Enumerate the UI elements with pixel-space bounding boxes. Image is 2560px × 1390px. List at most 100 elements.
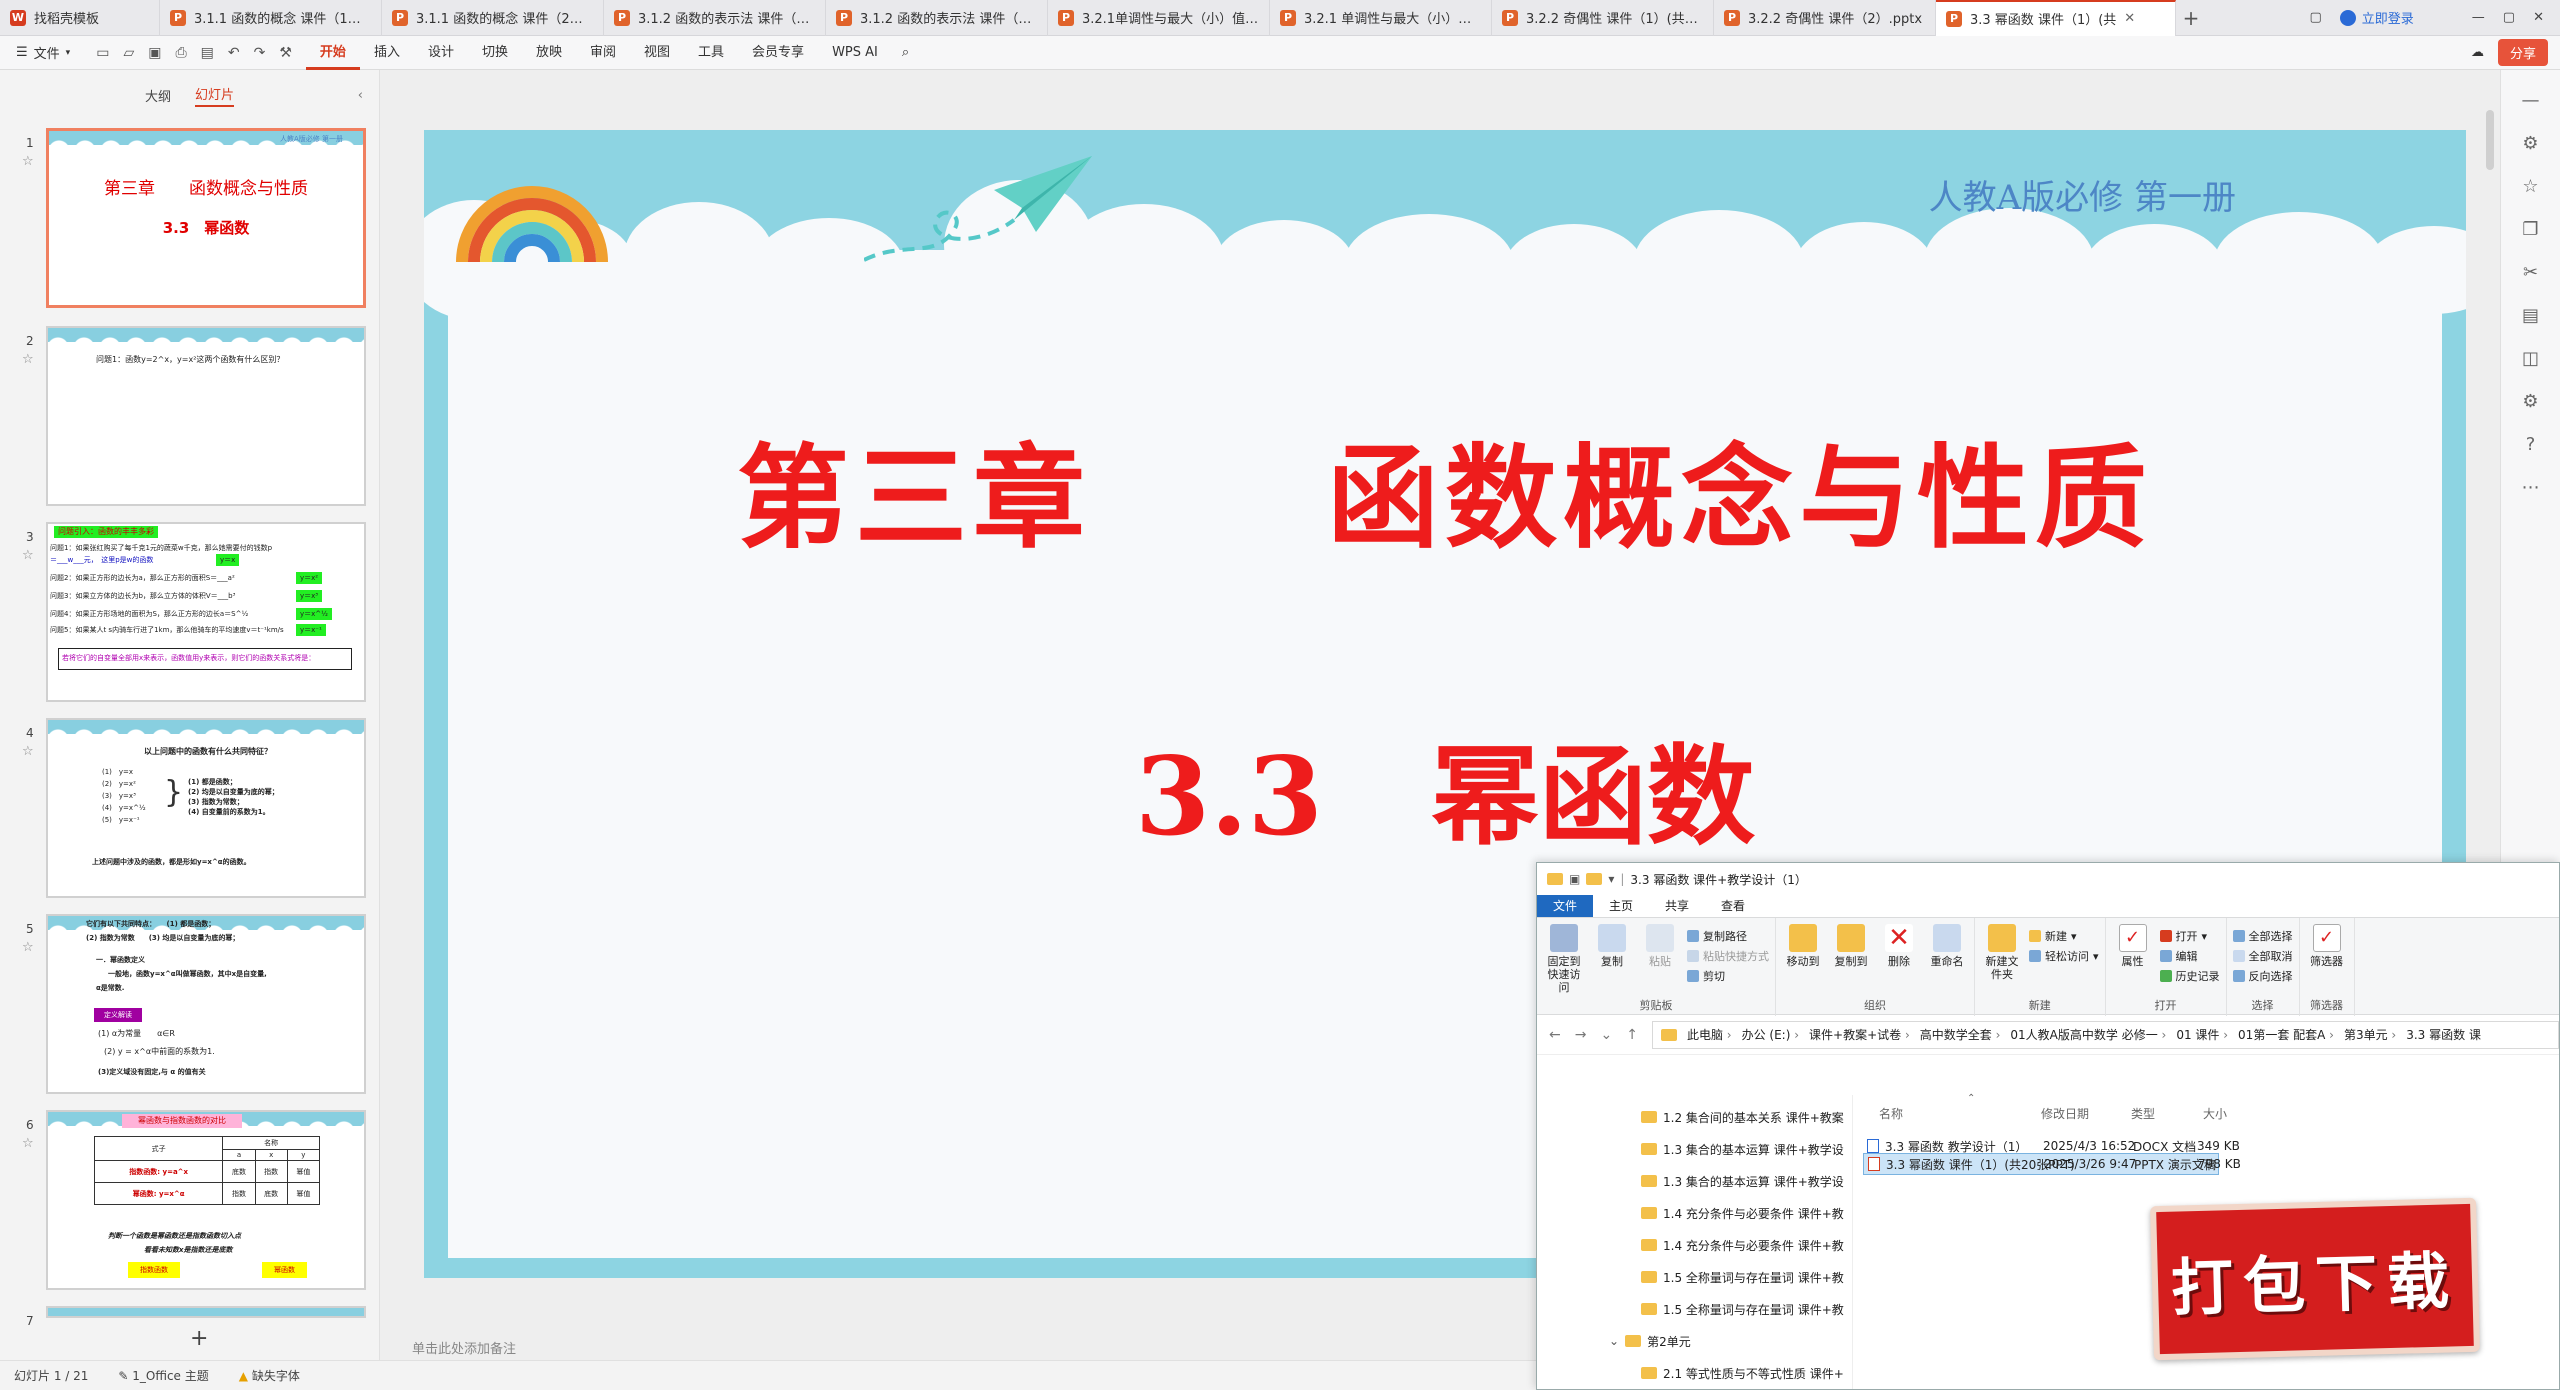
close-tab-icon[interactable]: ✕: [2124, 11, 2135, 26]
layout-icon[interactable]: ▤: [2522, 305, 2539, 326]
back-icon[interactable]: ←: [1549, 1027, 1561, 1043]
tab-slides[interactable]: 幻灯片: [195, 84, 235, 107]
file-row[interactable]: 3.3 幂函数 课件（1）(共20张PPT) 2025/3/26 9:47 PPTX…: [1863, 1153, 2241, 1175]
copy-path-button[interactable]: 复制路径: [1687, 928, 1769, 944]
star-icon[interactable]: ☆: [22, 352, 34, 367]
maximize-icon[interactable]: ▢: [2503, 10, 2515, 25]
slide-corner-label[interactable]: 人教A版必修 第一册: [1929, 170, 2236, 219]
menu-item[interactable]: 切换: [468, 36, 522, 70]
star-icon[interactable]: ☆: [2522, 176, 2538, 197]
breadcrumb-segment[interactable]: 01 课件: [2176, 1026, 2228, 1043]
breadcrumb-segment[interactable]: 课件+教案+试卷: [1809, 1026, 1910, 1043]
close-window-icon[interactable]: ✕: [2533, 10, 2544, 25]
tab-document[interactable]: P 3.2.2 奇偶性 课件（1）(共24张: [1492, 0, 1714, 36]
tree-folder-item[interactable]: ⌄ 第2单元: [1537, 1325, 1852, 1357]
column-type[interactable]: 类型: [2131, 1105, 2155, 1122]
up-icon[interactable]: ↑: [1626, 1027, 1638, 1043]
canvas-scrollbar[interactable]: [2486, 110, 2494, 170]
easy-access-button[interactable]: 轻松访问 ▾: [2029, 948, 2099, 964]
new-folder-icon[interactable]: [1586, 873, 1603, 885]
cloud-sync-icon[interactable]: ☁: [2471, 45, 2484, 60]
explorer-tab[interactable]: 主页: [1593, 895, 1649, 917]
quick-access-dropdown-icon[interactable]: ▾: [1608, 872, 1614, 886]
share-button[interactable]: 分享: [2497, 39, 2548, 66]
copy-icon[interactable]: ❐: [2522, 219, 2538, 240]
star-icon[interactable]: ☆: [22, 940, 34, 955]
select-none-button[interactable]: 全部取消: [2232, 948, 2293, 964]
recent-dropdown-icon[interactable]: ⌄: [1600, 1027, 1612, 1043]
history-button[interactable]: 历史记录: [2159, 968, 2220, 984]
edit-button[interactable]: 编辑: [2159, 948, 2220, 964]
star-icon[interactable]: ☆: [22, 154, 34, 169]
tree-folder-item[interactable]: 1.3 集合的基本运算 课件+教学设: [1537, 1165, 1852, 1197]
paste-shortcut-button[interactable]: 粘贴快捷方式: [1687, 948, 1769, 964]
expand-icon[interactable]: ⌄: [1609, 1334, 1619, 1348]
breadcrumb-segment[interactable]: 第3单元: [2344, 1026, 2396, 1043]
properties-icon[interactable]: ▣: [1569, 872, 1580, 886]
open-button[interactable]: 打开 ▾: [2159, 928, 2220, 944]
explorer-tab[interactable]: 共享: [1649, 895, 1705, 917]
column-size[interactable]: 大小: [2203, 1105, 2227, 1122]
slide-thumbnail-5[interactable]: 它们有以下共同特点： (1) 都是函数； (2) 指数为常数 (3) 均是以自变…: [46, 914, 366, 1094]
tab-document[interactable]: P 3.1.2 函数的表示法 课件（1）(共: [604, 0, 826, 36]
tree-folder-item[interactable]: 1.5 全称量词与存在量词 课件+教: [1537, 1261, 1852, 1293]
tab-document[interactable]: P 3.2.1单调性与最大（小）值 课件: [1048, 0, 1270, 36]
adjust-icon[interactable]: ⚙: [2522, 133, 2538, 154]
file-menu-button[interactable]: ☰ 文件 ▾: [0, 43, 82, 62]
breadcrumb-segment[interactable]: 01第一套 配套A: [2238, 1026, 2334, 1043]
tab-document[interactable]: P 3.1.1 函数的概念 课件（1）(共3: [160, 0, 382, 36]
shapes-icon[interactable]: ◫: [2522, 348, 2539, 369]
redo-icon[interactable]: ↷: [254, 45, 266, 61]
undo-icon[interactable]: ↶: [228, 45, 240, 61]
tree-folder-item[interactable]: 1.2 集合间的基本关系 课件+教案: [1537, 1101, 1852, 1133]
tab-document[interactable]: P 3.3 幂函数 课件（1）(共 ✕: [1936, 0, 2176, 36]
more-icon[interactable]: ⋯: [2522, 477, 2540, 498]
slide-subtitle[interactable]: 3.3 幂函数: [424, 710, 2466, 866]
tree-folder-item[interactable]: 1.4 充分条件与必要条件 课件+教: [1537, 1229, 1852, 1261]
menu-item[interactable]: 放映: [522, 36, 576, 70]
open-folder-icon[interactable]: ▱: [123, 45, 134, 61]
breadcrumb-segment[interactable]: 01人教A版高中数学 必修一: [2010, 1026, 2166, 1043]
slide-thumbnail-2[interactable]: 问题1：函数y=2^x，y=x²这两个函数有什么区别？: [46, 326, 366, 506]
notes-placeholder[interactable]: 单击此处添加备注: [412, 1338, 516, 1357]
missing-font-indicator[interactable]: ▲ 缺失字体: [239, 1367, 300, 1384]
new-tab-button[interactable]: +: [2176, 6, 2206, 30]
tree-folder-item[interactable]: 1.3 集合的基本运算 课件+教学设: [1537, 1133, 1852, 1165]
login-button[interactable]: 立即登录: [2339, 8, 2414, 27]
menu-item[interactable]: 插入: [360, 36, 414, 70]
settings-icon[interactable]: ⚙: [2522, 391, 2538, 412]
slide-thumbnail-1[interactable]: 人教A版必修 第一册 第三章 函数概念与性质 3.3 幂函数: [46, 128, 366, 308]
save-icon[interactable]: ▣: [148, 45, 161, 61]
tab-outline[interactable]: 大纲: [145, 86, 171, 105]
collapse-panel-icon[interactable]: ‹: [358, 88, 363, 103]
format-painter-icon[interactable]: ⚒: [279, 45, 292, 61]
menu-item[interactable]: 会员专享: [738, 36, 818, 70]
column-date[interactable]: 修改日期: [2041, 1105, 2089, 1122]
slide-title[interactable]: 第三章 函数概念与性质: [424, 408, 2466, 570]
new-file-icon[interactable]: ▭: [96, 45, 109, 61]
forward-icon[interactable]: →: [1575, 1027, 1587, 1043]
breadcrumb-segment[interactable]: 高中数学全套: [1920, 1026, 2001, 1043]
slide-thumbnail-6[interactable]: 幂函数与指数函数的对比 式子 名称 axy 指数函数: y=a^x 底数 指数 幂值 幂…: [46, 1110, 366, 1290]
explorer-tab[interactable]: 文件: [1537, 895, 1594, 917]
download-badge[interactable]: 打包下载: [2150, 1197, 2480, 1361]
theme-indicator[interactable]: ✎ 1_Office 主题: [118, 1367, 208, 1384]
print-icon[interactable]: ⎙: [175, 45, 186, 61]
breadcrumb-segment[interactable]: 办公 (E:): [1742, 1026, 1799, 1043]
help-icon[interactable]: ?: [2526, 434, 2536, 455]
explorer-tab[interactable]: 查看: [1705, 895, 1761, 917]
invert-selection-button[interactable]: 反向选择: [2232, 968, 2293, 984]
add-slide-button[interactable]: +: [190, 1326, 208, 1351]
menu-item[interactable]: 设计: [414, 36, 468, 70]
star-icon[interactable]: ☆: [22, 1136, 34, 1151]
menu-item[interactable]: WPS AI: [818, 36, 892, 70]
tab-document[interactable]: P 3.2.1 单调性与最大（小）值 课件: [1270, 0, 1492, 36]
tab-document[interactable]: P 3.1.2 函数的表示法 课件（2）.p: [826, 0, 1048, 36]
tree-folder-item[interactable]: 2.1 等式性质与不等式性质 课件+: [1537, 1357, 1852, 1389]
collapse-icon[interactable]: —: [2522, 90, 2540, 111]
menu-item[interactable]: 视图: [630, 36, 684, 70]
tab-document[interactable]: W 找稻壳模板: [0, 0, 160, 36]
star-icon[interactable]: ☆: [22, 744, 34, 759]
search-icon[interactable]: ⌕: [892, 45, 919, 60]
new-item-button[interactable]: 新建 ▾: [2029, 928, 2099, 944]
